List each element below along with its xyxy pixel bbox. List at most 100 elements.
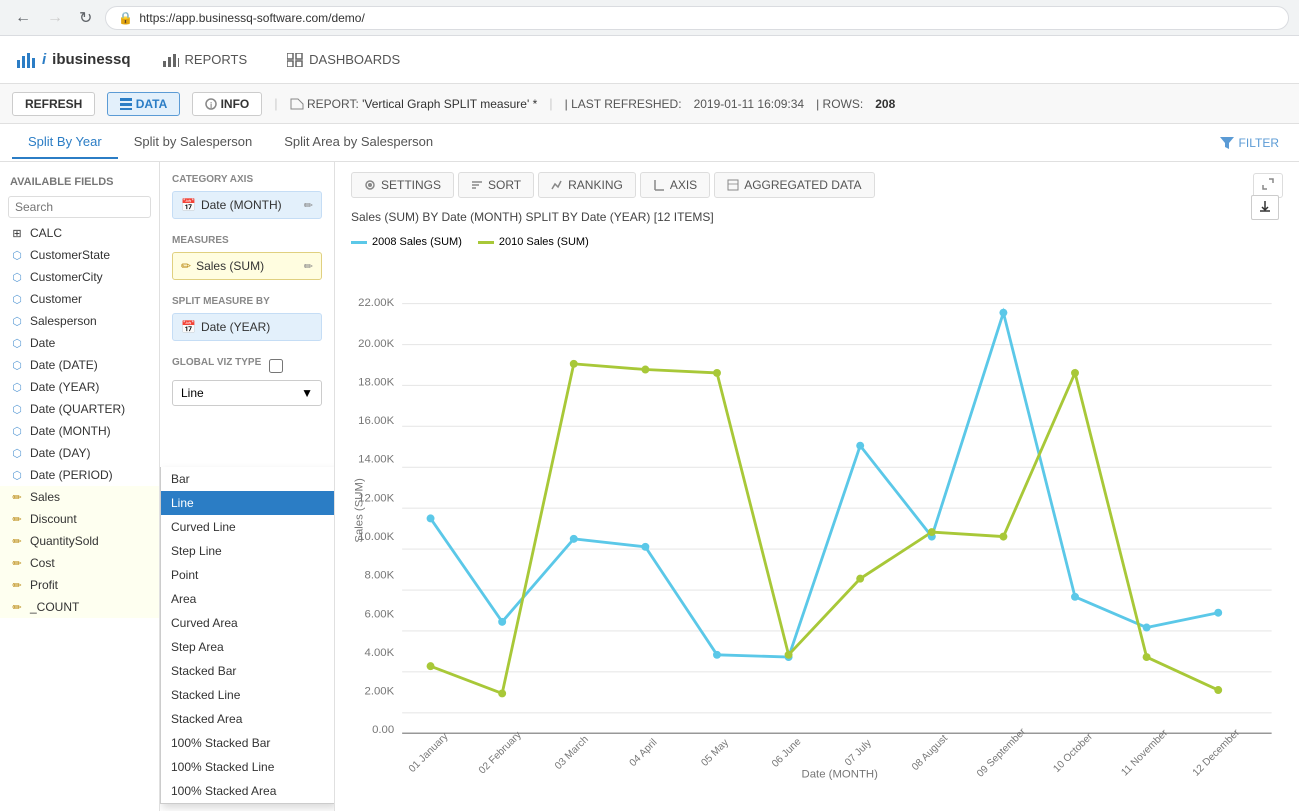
tabs-bar: Split By Year Split by Salesperson Split…	[0, 124, 1299, 162]
legend-label-2008: 2008 Sales (SUM)	[372, 236, 462, 248]
sidebar-item-salesperson[interactable]: ⬡ Salesperson	[0, 310, 159, 332]
nav-reports[interactable]: REPORTS	[155, 48, 256, 71]
tabs-left: Split By Year Split by Salesperson Split…	[12, 126, 449, 159]
dimension-icon-6: ⬡	[10, 358, 24, 372]
sidebar-item-cost[interactable]: ✏ Cost	[0, 552, 159, 574]
svg-text:05 May: 05 May	[699, 737, 731, 769]
dashboards-icon	[287, 53, 303, 67]
nav-dashboards[interactable]: DASHBOARDS	[279, 48, 408, 71]
sidebar-item-date-date[interactable]: ⬡ Date (DATE)	[0, 354, 159, 376]
tab-split-by-year[interactable]: Split By Year	[12, 126, 118, 159]
search-input[interactable]	[8, 196, 151, 218]
sidebar-section-title: AVAILABLE FIELDS	[0, 172, 159, 192]
dropdown-item-step-line[interactable]: Step Line	[161, 539, 334, 563]
config-panel: CATEGORY AXIS 📅 Date (MONTH) ✏ MEASURES …	[160, 162, 335, 811]
sidebar-item-quantitysold[interactable]: ✏ QuantitySold	[0, 530, 159, 552]
dropdown-item-stacked-area[interactable]: Stacked Area	[161, 707, 334, 731]
rows-label: | ROWS:	[816, 97, 863, 111]
viz-type-label: GLOBAL VIZ TYPE	[172, 357, 261, 368]
split-field-icon: 📅	[181, 320, 196, 334]
expand-icon	[1262, 178, 1274, 190]
dropdown-item-curved-line[interactable]: Curved Line	[161, 515, 334, 539]
sidebar-item-date-quarter[interactable]: ⬡ Date (QUARTER)	[0, 398, 159, 420]
sidebar-item-profit[interactable]: ✏ Profit	[0, 574, 159, 596]
forward-button[interactable]: →	[42, 7, 68, 29]
dropdown-item-bar[interactable]: Bar	[161, 467, 334, 491]
dimension-icon-3: ⬡	[10, 292, 24, 306]
sidebar-item-date[interactable]: ⬡ Date	[0, 332, 159, 354]
sort-button[interactable]: SORT	[458, 172, 534, 198]
export-button[interactable]	[1251, 195, 1279, 220]
tab-split-area-by-salesperson[interactable]: Split Area by Salesperson	[268, 126, 449, 159]
measures-value: Sales (SUM)	[196, 259, 264, 273]
data-button[interactable]: DATA	[107, 92, 180, 116]
sidebar-label-date-period: Date (PERIOD)	[30, 468, 113, 482]
viz-type-checkbox[interactable]	[269, 359, 283, 373]
sidebar-item-count[interactable]: ✏ _COUNT	[0, 596, 159, 618]
viz-type-dropdown[interactable]: Bar Line Curved Line Step Line Point Are…	[160, 467, 335, 804]
dropdown-item-stacked-bar[interactable]: Stacked Bar	[161, 659, 334, 683]
tab-split-by-salesperson[interactable]: Split by Salesperson	[118, 126, 269, 159]
sidebar-item-calc-label: CALC	[30, 226, 62, 240]
dropdown-item-line[interactable]: Line	[161, 491, 334, 515]
svg-text:07 July: 07 July	[843, 737, 874, 768]
sidebar-item-customercity[interactable]: ⬡ CustomerCity	[0, 266, 159, 288]
axis-icon	[653, 179, 665, 191]
sort-icon	[471, 179, 483, 191]
dropdown-item-area[interactable]: Area	[161, 587, 334, 611]
logo-text: i	[42, 51, 46, 68]
dimension-icon-11: ⬡	[10, 468, 24, 482]
sidebar-item-customer[interactable]: ⬡ Customer	[0, 288, 159, 310]
reload-button[interactable]: ↻	[74, 6, 97, 30]
sidebar-label-customercity: CustomerCity	[30, 270, 103, 284]
expand-button[interactable]	[1253, 173, 1283, 198]
app-header: iibusinessq REPORTS DASHBOARDS	[0, 36, 1299, 84]
dimension-icon-5: ⬡	[10, 336, 24, 350]
measures-field[interactable]: ✏ Sales (SUM) ✏	[172, 252, 322, 280]
dropdown-item-curved-area[interactable]: Curved Area	[161, 611, 334, 635]
ranking-button[interactable]: RANKING	[538, 172, 636, 198]
sidebar-item-date-month[interactable]: ⬡ Date (MONTH)	[0, 420, 159, 442]
svg-text:20.00K: 20.00K	[358, 338, 394, 350]
settings-button[interactable]: SETTINGS	[351, 172, 454, 198]
edit-measure-icon[interactable]: ✏	[304, 260, 313, 273]
edit-category-icon[interactable]: ✏	[304, 199, 313, 212]
settings-icon	[364, 179, 376, 191]
filter-button[interactable]: FILTER	[1212, 132, 1287, 154]
sidebar-item-calc[interactable]: ⊞ CALC	[0, 222, 159, 244]
sidebar-item-date-year[interactable]: ⬡ Date (YEAR)	[0, 376, 159, 398]
axis-button[interactable]: AXIS	[640, 172, 710, 198]
url-text: https://app.businessq-software.com/demo/	[139, 11, 364, 25]
back-button[interactable]: ←	[10, 7, 36, 29]
sidebar-item-sales[interactable]: ✏ Sales	[0, 486, 159, 508]
sidebar-item-date-period[interactable]: ⬡ Date (PERIOD)	[0, 464, 159, 486]
info-button[interactable]: i INFO	[192, 92, 262, 116]
svg-text:11 November: 11 November	[1120, 727, 1171, 778]
dropdown-item-point[interactable]: Point	[161, 563, 334, 587]
dropdown-item-100-stacked-bar[interactable]: 100% Stacked Bar	[161, 731, 334, 755]
chart-toolbar: SETTINGS SORT RANKING AXIS AGGREGATED DA…	[351, 172, 1283, 198]
category-axis-field[interactable]: 📅 Date (MONTH) ✏	[172, 191, 322, 219]
lock-icon: 🔒	[118, 11, 133, 25]
legend-dot-2008	[351, 241, 367, 244]
export-icon	[1258, 199, 1272, 213]
dimension-icon-1: ⬡	[10, 248, 24, 262]
aggregated-data-button[interactable]: AGGREGATED DATA	[714, 172, 874, 198]
dropdown-item-100-stacked-area[interactable]: 100% Stacked Area	[161, 779, 334, 803]
refresh-button[interactable]: REFRESH	[12, 92, 95, 116]
svg-text:01 January: 01 January	[407, 731, 451, 775]
split-value: Date (YEAR)	[201, 320, 270, 334]
address-bar[interactable]: 🔒 https://app.businessq-software.com/dem…	[105, 6, 1289, 30]
logo[interactable]: iibusinessq	[16, 50, 131, 70]
svg-text:03 March: 03 March	[553, 734, 591, 772]
viz-select[interactable]: Line ▼	[172, 380, 322, 406]
sidebar-item-customerstate[interactable]: ⬡ CustomerState	[0, 244, 159, 266]
dropdown-item-step-area[interactable]: Step Area	[161, 635, 334, 659]
split-field[interactable]: 📅 Date (YEAR)	[172, 313, 322, 341]
chart-title: Sales (SUM) BY Date (MONTH) SPLIT BY Dat…	[351, 206, 1283, 228]
dropdown-item-100-stacked-line[interactable]: 100% Stacked Line	[161, 755, 334, 779]
sidebar-item-date-day[interactable]: ⬡ Date (DAY)	[0, 442, 159, 464]
sidebar-item-discount[interactable]: ✏ Discount	[0, 508, 159, 530]
dropdown-item-stacked-line[interactable]: Stacked Line	[161, 683, 334, 707]
sidebar-label-cost: Cost	[30, 556, 55, 570]
